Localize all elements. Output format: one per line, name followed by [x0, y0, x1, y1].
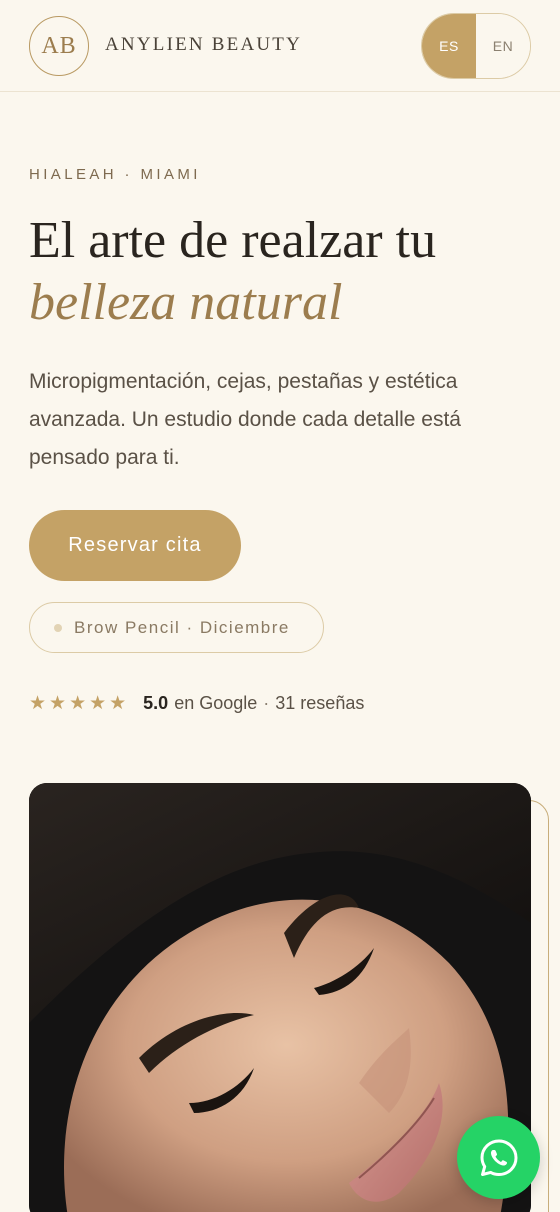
whatsapp-icon: [480, 1139, 517, 1176]
hero-intro: Micropigmentación, cejas, pestañas y est…: [29, 370, 461, 469]
brand-name[interactable]: ANYLIEN BEAUTY: [105, 34, 302, 56]
rating-stars-icon: ★★★★★: [29, 693, 130, 714]
language-option-es[interactable]: ES: [422, 14, 476, 78]
book-appointment-button[interactable]: Reservar cita: [29, 510, 241, 581]
hero-headline-accent: belleza natural: [29, 274, 343, 331]
language-toggle: ES EN: [421, 13, 531, 79]
logo-monogram[interactable]: AB: [29, 16, 89, 76]
rating-reviews: 31 reseñas: [275, 693, 365, 713]
rating-score: 5.0: [143, 693, 169, 713]
promo-dot-icon: [54, 623, 62, 632]
logo-initials: AB: [41, 32, 77, 59]
whatsapp-button[interactable]: [457, 1116, 540, 1199]
hero-photo: [29, 783, 531, 1212]
hero-photo-illustration: [29, 783, 531, 1212]
promo-pill[interactable]: Brow Pencil · Diciembre: [29, 602, 324, 653]
hero-headline: El arte de realzar tu: [29, 212, 437, 269]
rating-source: en Google: [174, 693, 258, 713]
promo-label: Brow Pencil · Diciembre: [74, 617, 290, 637]
rating-separator: ·: [263, 693, 270, 713]
google-rating: ★★★★★ 5.0 en Google · 31 reseñas: [29, 692, 364, 715]
language-option-en[interactable]: EN: [476, 14, 530, 78]
location-eyebrow: HIALEAH · MIAMI: [29, 166, 201, 183]
site-header: AB ANYLIEN BEAUTY ES EN: [0, 0, 560, 92]
